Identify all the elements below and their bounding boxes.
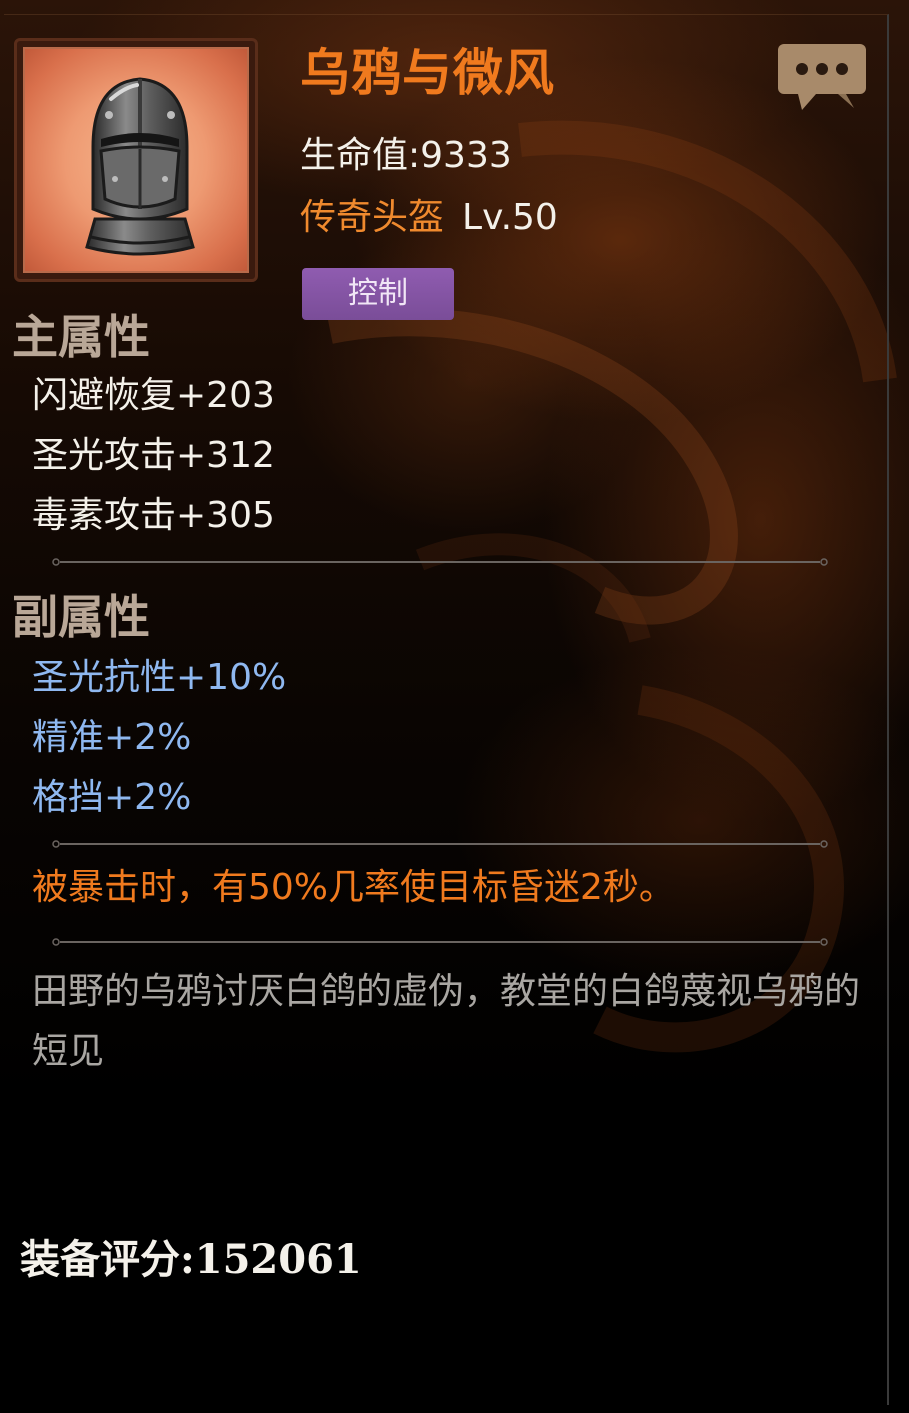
special-effect-text: 被暴击时，有50%几率使目标昏迷2秒。 (32, 867, 675, 908)
main-attribute-item: 闪避恢复+203 (32, 375, 275, 416)
hp-stat: 生命值:9333 (300, 138, 512, 174)
item-type-line: 传奇头盔 Lv.50 (300, 200, 558, 236)
sub-attribute-item: 格挡+2% (32, 777, 192, 818)
equipment-score: 装备评分:152061 (20, 1240, 362, 1280)
item-name: 乌鸦与微风 (300, 43, 555, 102)
chat-bubble-icon[interactable] (776, 42, 868, 112)
main-attributes-title: 主属性 (12, 310, 150, 364)
sub-attributes-title: 副属性 (12, 590, 150, 644)
knight-helmet-icon (85, 77, 195, 256)
item-tag-badge: 控制 (302, 268, 454, 320)
sub-attribute-item: 圣光抗性+10% (32, 657, 287, 698)
hp-label: 生命值: (300, 135, 421, 176)
score-value: 152061 (194, 1236, 362, 1283)
item-type: 传奇头盔 (300, 197, 445, 238)
item-level: Lv.50 (462, 197, 558, 238)
main-attribute-item: 圣光攻击+312 (32, 435, 275, 476)
sub-attributes-list: 圣光抗性+10% 精准+2% 格挡+2% (32, 648, 286, 828)
divider (52, 840, 828, 848)
hp-value: 9333 (420, 135, 512, 176)
score-label: 装备评分: (20, 1236, 195, 1283)
divider (52, 558, 828, 566)
item-tooltip-panel: 乌鸦与微风 生命值:9333 传奇头盔 Lv.50 控制 主属性 闪避恢复+203… (0, 0, 909, 1413)
item-icon-background (23, 47, 249, 273)
main-attributes-list: 闪避恢复+203 圣光攻击+312 毒素攻击+305 (32, 366, 275, 546)
main-attribute-item: 毒素攻击+305 (32, 495, 275, 536)
item-icon-frame[interactable] (14, 38, 258, 282)
sub-attribute-item: 精准+2% (32, 717, 192, 758)
flavor-text: 田野的乌鸦讨厌白鸽的虚伪，教堂的白鸽蔑视乌鸦的短见 (32, 971, 861, 1072)
divider (52, 938, 828, 946)
